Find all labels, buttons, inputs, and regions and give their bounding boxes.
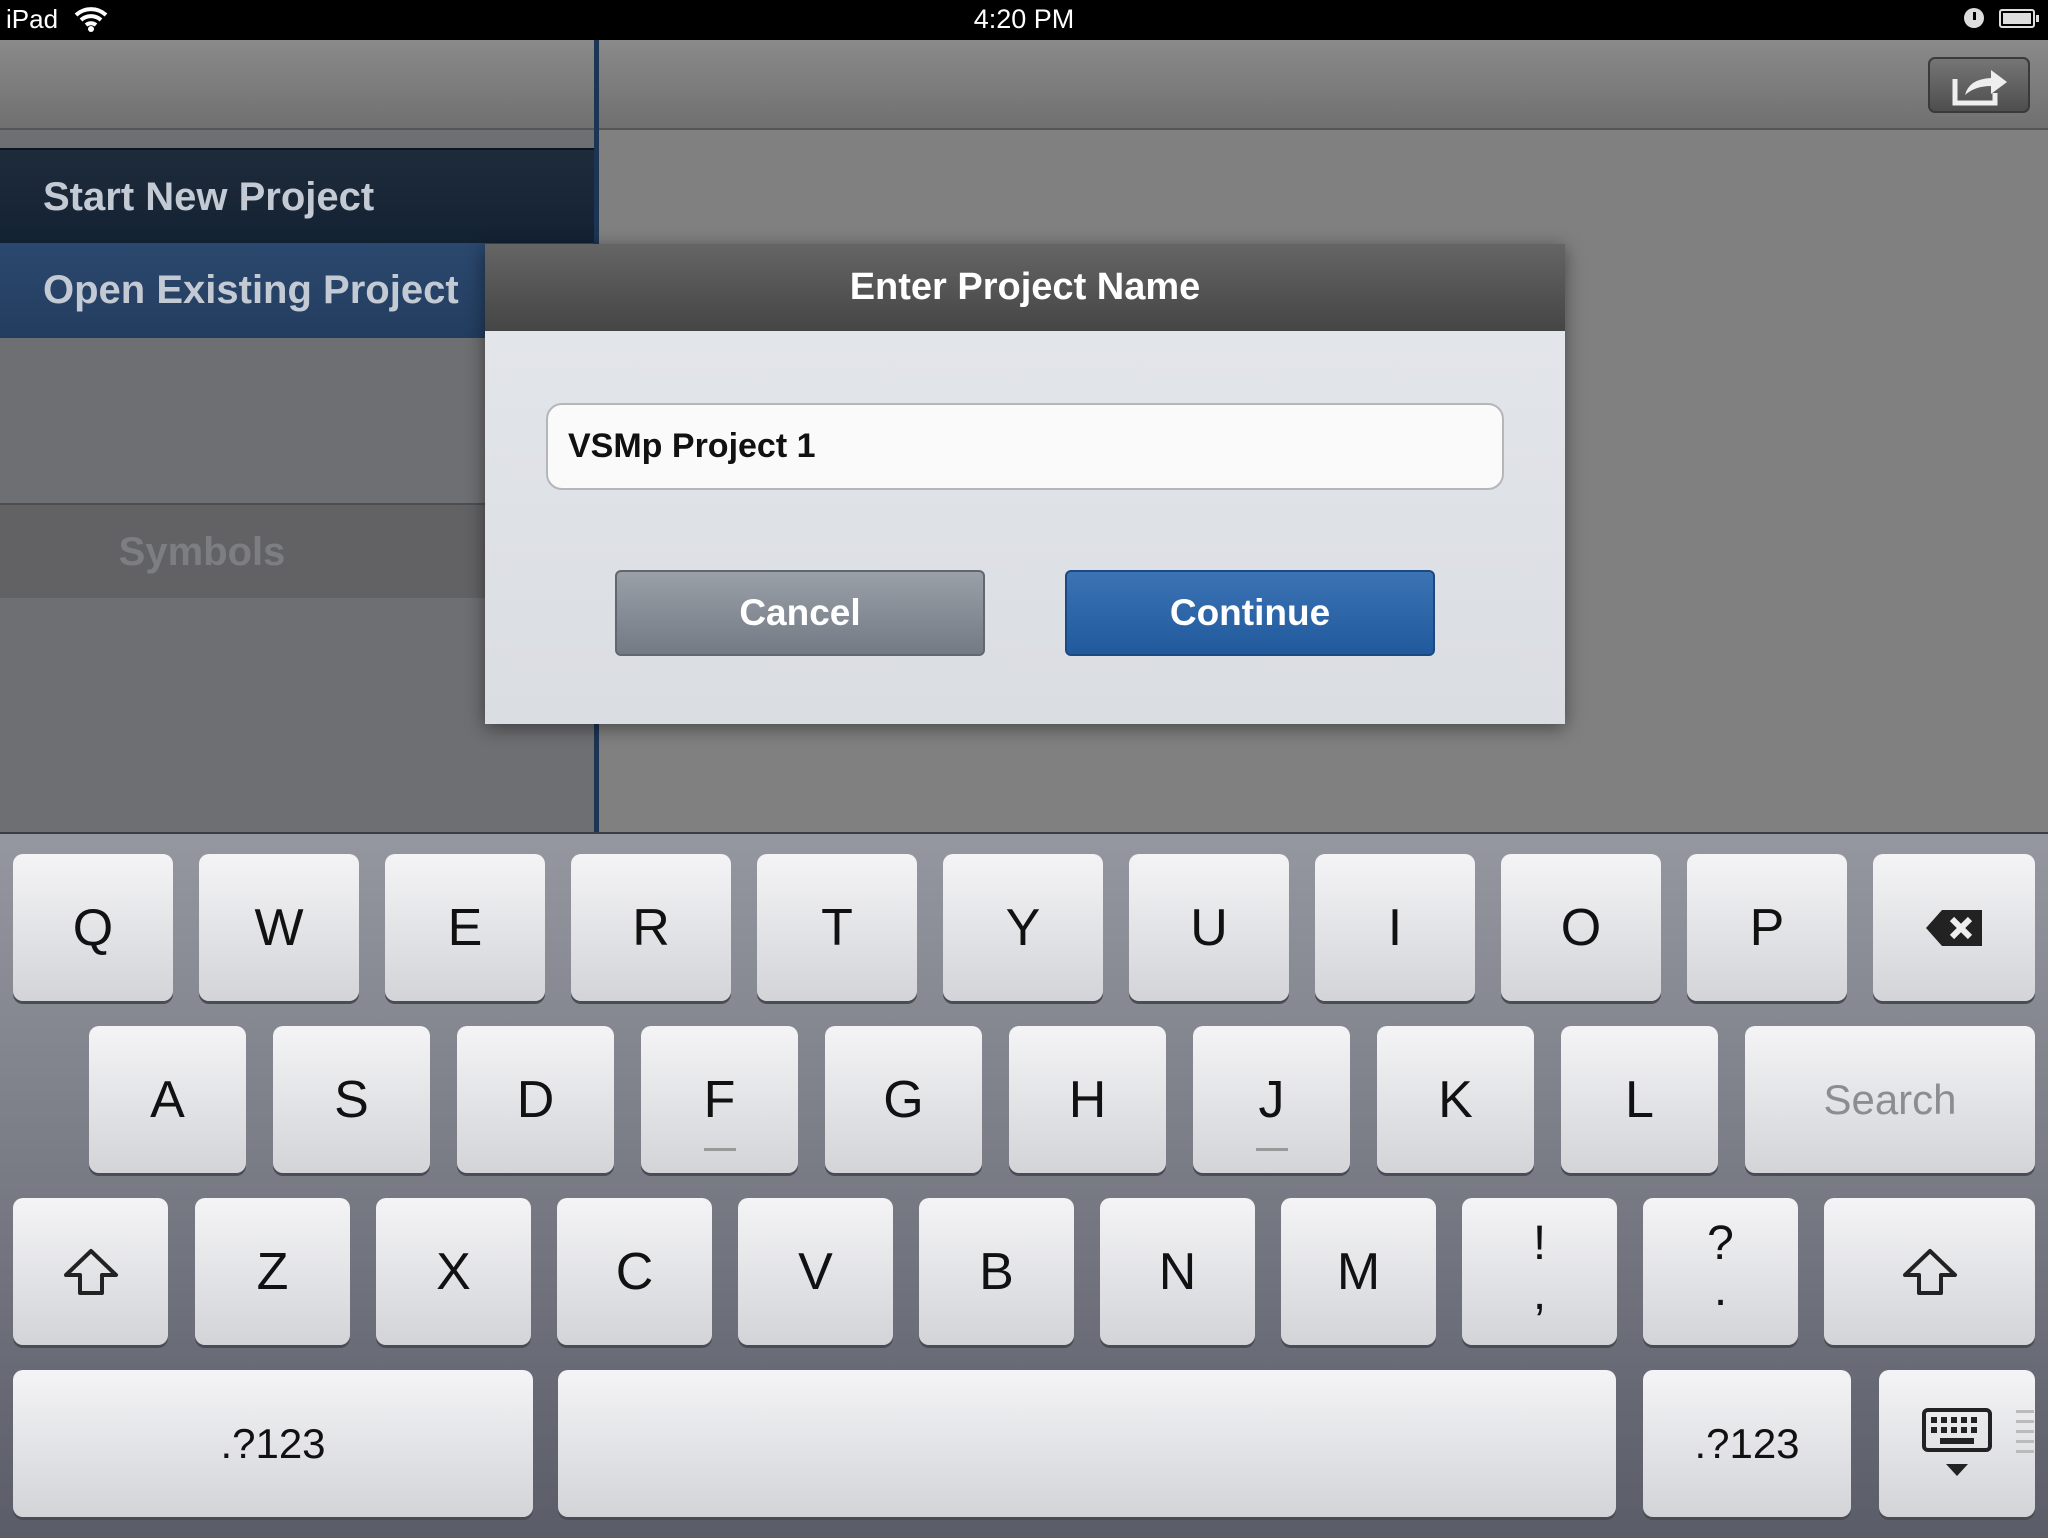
key-question-period[interactable]: ? . xyxy=(1643,1198,1798,1345)
project-name-dialog: Enter Project Name Cancel Continue xyxy=(485,244,1565,724)
cancel-button[interactable]: Cancel xyxy=(615,570,985,656)
search-key[interactable]: Search xyxy=(1745,1026,2035,1173)
key-h[interactable]: H xyxy=(1009,1026,1166,1173)
backspace-icon xyxy=(1926,910,1982,946)
key-e[interactable]: E xyxy=(385,854,545,1001)
share-button[interactable] xyxy=(1928,57,2030,113)
home-row-marker xyxy=(703,1148,736,1151)
key-r[interactable]: R xyxy=(571,854,731,1001)
dialog-title: Enter Project Name xyxy=(485,244,1565,331)
status-bar: iPad 4:20 PM xyxy=(0,0,2048,40)
sidebar-toolbar xyxy=(0,40,594,130)
key-p[interactable]: P xyxy=(1687,854,1847,1001)
key-v[interactable]: V xyxy=(738,1198,893,1345)
key-u[interactable]: U xyxy=(1129,854,1289,1001)
space-bar[interactable] xyxy=(558,1370,1616,1517)
key-g[interactable]: G xyxy=(825,1026,982,1173)
key-k[interactable]: K xyxy=(1377,1026,1534,1173)
key-s[interactable]: S xyxy=(273,1026,430,1173)
key-x[interactable]: X xyxy=(376,1198,531,1345)
key-z[interactable]: Z xyxy=(195,1198,350,1345)
keyboard-dismiss-icon xyxy=(1922,1408,1992,1476)
onscreen-keyboard: Q W E R T Y U I O P A S D F G H J K L Se… xyxy=(0,832,2048,1538)
key-c[interactable]: C xyxy=(557,1198,712,1345)
battery-icon xyxy=(1999,9,2039,28)
keyboard-grip xyxy=(2016,1410,2034,1460)
backspace-key[interactable] xyxy=(1873,854,2035,1001)
project-name-input[interactable] xyxy=(546,403,1504,490)
key-exclaim-comma[interactable]: ! , xyxy=(1462,1198,1617,1345)
key-o[interactable]: O xyxy=(1501,854,1661,1001)
numbers-key-left[interactable]: .?123 xyxy=(13,1370,533,1517)
key-j[interactable]: J xyxy=(1193,1026,1350,1173)
share-icon xyxy=(1952,70,2007,106)
shift-key-right[interactable] xyxy=(1824,1198,2035,1345)
key-f[interactable]: F xyxy=(641,1026,798,1173)
continue-button[interactable]: Continue xyxy=(1065,570,1435,656)
key-d[interactable]: D xyxy=(457,1026,614,1173)
dismiss-keyboard-key[interactable] xyxy=(1879,1370,2035,1517)
key-b[interactable]: B xyxy=(919,1198,1074,1345)
numbers-key-right[interactable]: .?123 xyxy=(1643,1370,1851,1517)
status-time: 4:20 PM xyxy=(973,4,1075,34)
key-i[interactable]: I xyxy=(1315,854,1475,1001)
key-y[interactable]: Y xyxy=(943,854,1103,1001)
key-t[interactable]: T xyxy=(757,854,917,1001)
key-l[interactable]: L xyxy=(1561,1026,1718,1173)
key-a[interactable]: A xyxy=(89,1026,246,1173)
sidebar-item-start-new-project[interactable]: Start New Project xyxy=(0,148,594,243)
shift-icon xyxy=(64,1249,118,1295)
home-row-marker xyxy=(1255,1148,1288,1151)
key-w[interactable]: W xyxy=(199,854,359,1001)
clock-icon xyxy=(1964,8,1984,28)
key-q[interactable]: Q xyxy=(13,854,173,1001)
shift-key-left[interactable] xyxy=(13,1198,168,1345)
key-m[interactable]: M xyxy=(1281,1198,1436,1345)
main-toolbar xyxy=(599,40,2048,130)
shift-icon xyxy=(1903,1249,1957,1295)
key-n[interactable]: N xyxy=(1100,1198,1255,1345)
